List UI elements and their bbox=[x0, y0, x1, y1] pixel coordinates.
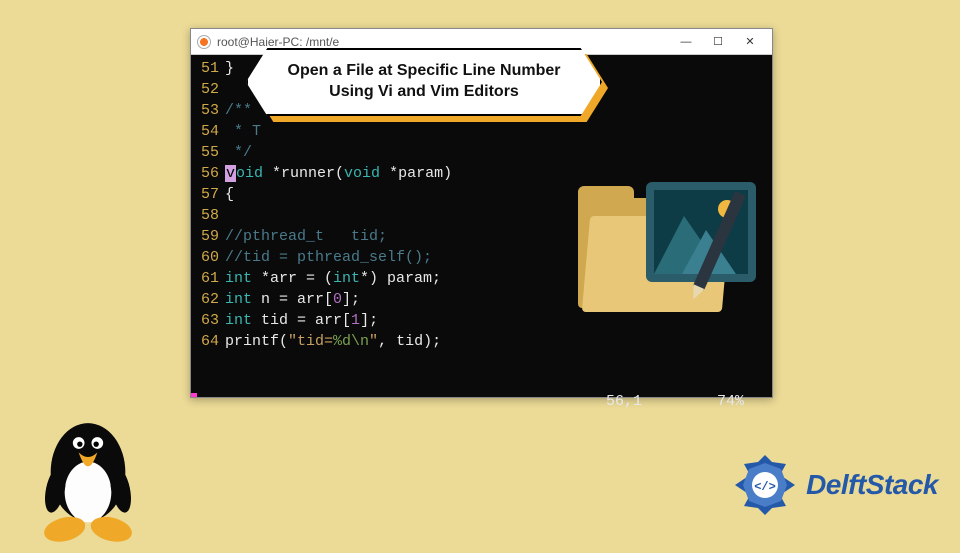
cursor-position: 56,1 bbox=[606, 391, 642, 412]
banner-line-2: Using Vi and Vim Editors bbox=[329, 82, 519, 103]
delftstack-logo: </> DelftStack bbox=[732, 452, 938, 518]
banner-line-1: Open a File at Specific Line Number bbox=[288, 61, 561, 82]
ubuntu-icon bbox=[197, 35, 211, 49]
tux-linux-icon bbox=[28, 408, 148, 548]
minimize-button[interactable]: — bbox=[670, 30, 702, 54]
window-title: root@Haier-PC: /mnt/e bbox=[217, 35, 670, 49]
title-banner: Open a File at Specific Line Number Usin… bbox=[246, 48, 602, 116]
maximize-button[interactable]: ☐ bbox=[702, 30, 734, 54]
scroll-percent: 74% bbox=[717, 391, 744, 412]
window-controls: — ☐ ✕ bbox=[670, 30, 766, 54]
code-line: 56void *runner(void *param) bbox=[195, 163, 768, 184]
code-line: 54 * T bbox=[195, 121, 768, 142]
delftstack-text: DelftStack bbox=[806, 469, 938, 501]
delftstack-badge-icon: </> bbox=[732, 452, 798, 518]
code-line: 55 */ bbox=[195, 142, 768, 163]
svg-text:</>: </> bbox=[754, 480, 776, 494]
code-line: 64printf("tid=%d\n", tid); bbox=[195, 331, 768, 352]
folder-image-graphic bbox=[576, 190, 746, 330]
cursor-indicator bbox=[191, 393, 197, 397]
close-button[interactable]: ✕ bbox=[734, 30, 766, 54]
